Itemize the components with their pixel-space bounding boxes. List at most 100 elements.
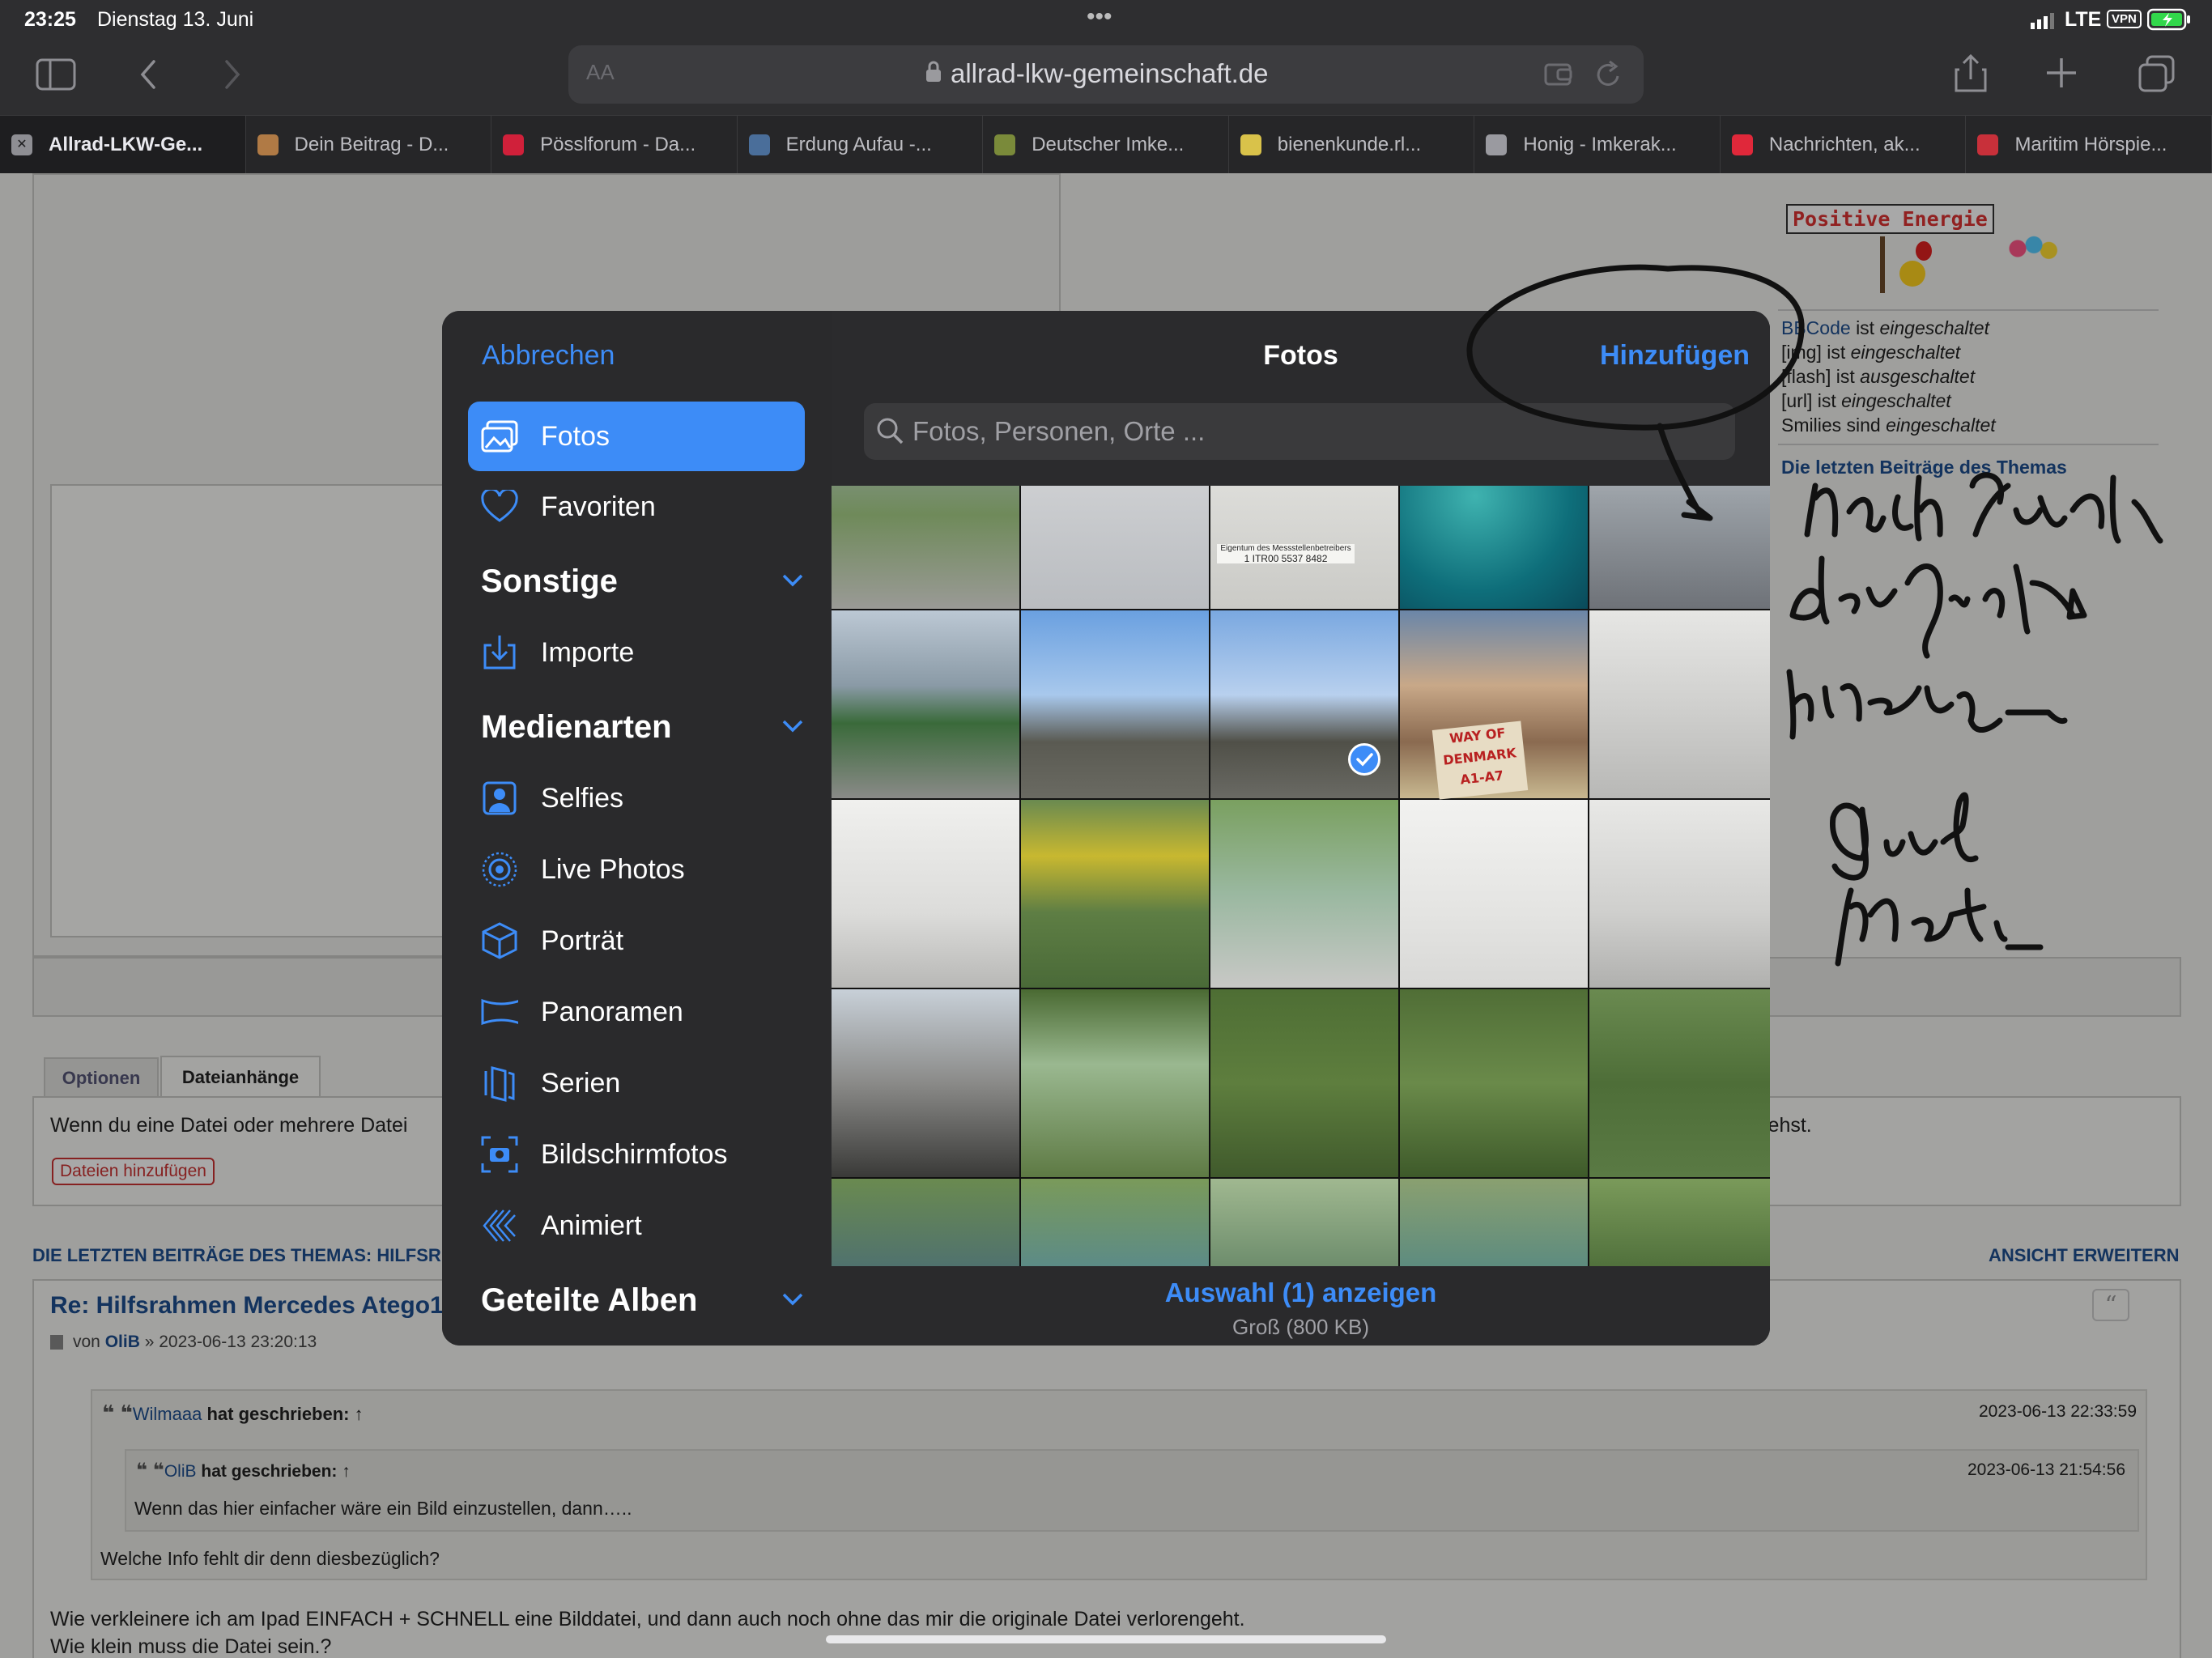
sidebar-item-importe[interactable]: Importe xyxy=(468,618,805,687)
forward-icon[interactable] xyxy=(220,57,245,98)
carrier-label: LTE xyxy=(2065,8,2102,31)
search-field[interactable]: Fotos, Personen, Orte ... xyxy=(864,403,1735,460)
favicon-icon xyxy=(1240,134,1261,155)
reload-icon[interactable] xyxy=(1593,58,1624,91)
lock-icon xyxy=(925,60,942,84)
sidebar-toggle-icon[interactable] xyxy=(36,57,76,98)
sidebar-item-portraet[interactable]: Porträt xyxy=(468,906,805,976)
sidebar-item-selfies[interactable]: Selfies xyxy=(468,763,805,833)
chevron-down-icon[interactable] xyxy=(781,568,805,595)
meter-text: 1 ITR00 5537 8482 xyxy=(1244,553,1328,564)
tab-label: Maritim Hörspie... xyxy=(2014,134,2167,155)
status-bar: 23:25 Dienstag 13. Juni ••• LTE VPN xyxy=(0,0,2212,39)
url-text[interactable]: allrad-lkw-gemeinschaft.de xyxy=(951,58,1269,89)
animated-icon xyxy=(481,1207,518,1244)
new-tab-icon[interactable] xyxy=(2044,55,2079,96)
browser-tab[interactable]: Maritim Hörspie... xyxy=(1966,116,2212,174)
photo-thumbnail[interactable] xyxy=(1021,800,1209,988)
tab-label: Erdung Aufau -... xyxy=(785,134,932,155)
chevron-down-icon[interactable] xyxy=(781,713,805,741)
photo-thumbnail[interactable] xyxy=(1400,989,1588,1177)
photo-thumbnail[interactable] xyxy=(832,486,1019,609)
photo-thumbnail[interactable] xyxy=(832,1179,1019,1266)
tab-bar: ✕ Allrad-LKW-Ge... Dein Beitrag - D... Pöss… xyxy=(0,115,2212,174)
photo-thumbnail[interactable] xyxy=(1210,989,1398,1177)
multitasking-dots[interactable]: ••• xyxy=(1087,3,1112,31)
extension-icon[interactable] xyxy=(1543,60,1576,89)
photo-thumbnail[interactable] xyxy=(1589,800,1770,988)
sidebar-label: Bildschirmfotos xyxy=(541,1138,728,1170)
back-icon[interactable] xyxy=(136,57,160,98)
photo-thumbnail[interactable] xyxy=(1589,486,1770,609)
photo-thumbnail[interactable] xyxy=(1589,610,1770,798)
sidebar-label: Serien xyxy=(541,1067,621,1099)
tab-label: bienenkunde.rl... xyxy=(1277,134,1422,155)
browser-tab[interactable]: Dein Beitrag - D... xyxy=(246,116,492,174)
tab-label: Honig - Imkerak... xyxy=(1523,134,1677,155)
reader-aa-button[interactable]: AA xyxy=(586,60,615,85)
section-sonstige[interactable]: Sonstige xyxy=(481,549,805,614)
photo-thumbnail[interactable] xyxy=(832,800,1019,988)
sidebar-item-animiert[interactable]: Animiert xyxy=(468,1191,805,1261)
sign-in-photo: WAY OF DENMARK A1-A7 xyxy=(1431,721,1529,800)
photo-thumbnail[interactable] xyxy=(1210,800,1398,988)
photo-thumbnail[interactable] xyxy=(1021,989,1209,1177)
signal-icon xyxy=(2031,11,2057,29)
home-indicator[interactable] xyxy=(826,1635,1386,1643)
chevron-down-icon[interactable] xyxy=(781,1286,805,1314)
burst-icon xyxy=(481,1065,518,1102)
favicon-icon xyxy=(1486,134,1508,155)
photo-thumbnail[interactable] xyxy=(1400,800,1588,988)
sidebar-item-live-photos[interactable]: Live Photos xyxy=(468,835,805,904)
tab-active[interactable]: ✕ Allrad-LKW-Ge... xyxy=(0,116,246,174)
sidebar-label: Porträt xyxy=(541,925,624,956)
browser-tab[interactable]: Erdung Aufau -... xyxy=(738,116,984,174)
browser-tab[interactable]: Pösslforum - Da... xyxy=(491,116,738,174)
browser-tab[interactable]: bienenkunde.rl... xyxy=(1229,116,1475,174)
close-tab-icon[interactable]: ✕ xyxy=(11,134,32,155)
browser-tab[interactable]: Deutscher Imke... xyxy=(983,116,1229,174)
photo-thumbnail[interactable] xyxy=(1210,1179,1398,1266)
screenshot-icon xyxy=(481,1136,518,1173)
sidebar-item-fotos[interactable]: Fotos xyxy=(468,402,805,471)
browser-tab[interactable]: Honig - Imkerak... xyxy=(1474,116,1721,174)
photo-thumbnail[interactable] xyxy=(1400,1179,1588,1266)
tab-overview-icon[interactable] xyxy=(2138,55,2176,100)
add-button[interactable]: Hinzufügen xyxy=(1600,340,1750,372)
sidebar-label: Live Photos xyxy=(541,853,685,885)
photo-thumbnail[interactable] xyxy=(832,989,1019,1177)
photo-thumbnail[interactable] xyxy=(1589,989,1770,1177)
photo-thumbnail[interactable] xyxy=(1589,1179,1770,1266)
sidebar-item-serien[interactable]: Serien xyxy=(468,1048,805,1118)
photo-thumbnail[interactable] xyxy=(1400,486,1588,609)
photo-thumbnail[interactable] xyxy=(1021,610,1209,798)
address-bar[interactable]: AA allrad-lkw-gemeinschaft.de xyxy=(568,45,1644,104)
section-geteilte-alben[interactable]: Geteilte Alben xyxy=(481,1268,805,1333)
battery-icon xyxy=(2146,8,2191,31)
section-medienarten[interactable]: Medienarten xyxy=(481,695,805,759)
sidebar-label: Importe xyxy=(541,636,635,668)
tab-label: Nachrichten, ak... xyxy=(1768,134,1921,155)
selected-checkmark-icon[interactable] xyxy=(1348,743,1380,776)
favicon-icon xyxy=(1977,134,1999,155)
cube-icon xyxy=(481,922,518,959)
photo-thumbnail[interactable] xyxy=(832,610,1019,798)
favicon-icon xyxy=(748,134,770,155)
size-option-button[interactable]: Groß (800 KB) xyxy=(832,1315,1770,1340)
sidebar-item-panoramen[interactable]: Panoramen xyxy=(468,977,805,1047)
browser-tab[interactable]: Nachrichten, ak... xyxy=(1721,116,1967,174)
sidebar-item-bildschirmfotos[interactable]: Bildschirmfotos xyxy=(468,1120,805,1189)
show-selection-button[interactable]: Auswahl (1) anzeigen xyxy=(832,1278,1770,1308)
cancel-button[interactable]: Abbrechen xyxy=(482,340,615,372)
favicon-icon xyxy=(994,134,1016,155)
tab-label: Allrad-LKW-Ge... xyxy=(49,134,203,155)
sidebar-item-favoriten[interactable]: Favoriten xyxy=(468,472,805,542)
photo-thumbnail[interactable] xyxy=(1021,1179,1209,1266)
favicon-icon xyxy=(1731,134,1753,155)
share-icon[interactable] xyxy=(1953,53,1989,100)
photo-thumbnail[interactable] xyxy=(1021,486,1209,609)
sidebar-label: Selfies xyxy=(541,782,624,814)
tab-label: Deutscher Imke... xyxy=(1032,134,1185,155)
search-placeholder: Fotos, Personen, Orte ... xyxy=(912,416,1206,446)
sidebar-label: Fotos xyxy=(541,420,610,452)
